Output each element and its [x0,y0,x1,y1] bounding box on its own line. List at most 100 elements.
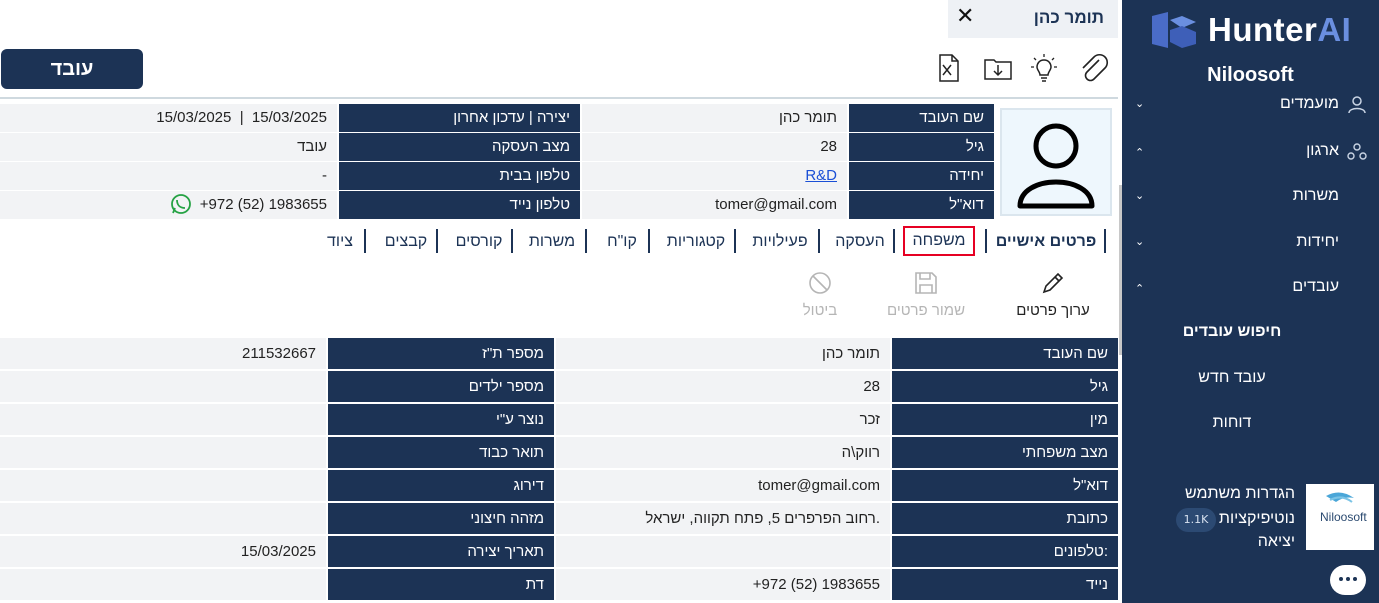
summary-label-home-phone: טלפון בבית [339,162,580,190]
details-value-left[interactable] [0,371,326,402]
details-value-left[interactable] [0,503,326,534]
pencil-icon [1042,272,1064,294]
details-label-right: טלפונים: [892,536,1118,567]
sidebar-item-jobs[interactable]: ⌄ משרות [1122,183,1379,213]
details-value-right[interactable]: +972 (52) 1983655 [556,569,890,600]
details-value-right[interactable]: רחוב הפרפרים 5, פתח תקווה, ישראל. [556,503,890,534]
employee-avatar[interactable] [1000,108,1112,216]
details-label-right: מין [892,404,1118,435]
summary-value-created-updated: 15/03/2025 | 15/03/2025 [0,104,337,132]
summary-value-mobile-phone: +972 (52) 1983655 [0,191,337,219]
tab-courses[interactable]: קורסים [448,230,510,254]
edit-details-label: ערוך פרטים [1016,302,1090,319]
summary-label-email: דוא"ל [849,191,994,219]
details-label-left: מזהה חיצוני [328,503,554,534]
sidebar-item-candidates[interactable]: ⌄ מועמדים [1122,91,1379,121]
details-label-left: דירוג [328,470,554,501]
summary-label-employee-name: שם העובד [849,104,994,132]
details-value-left[interactable] [0,437,326,468]
sidebar-item-label: עובדים [1292,278,1339,295]
hunterai-logo-icon [1152,12,1196,48]
tab-separator [1104,229,1106,253]
user-company-logo[interactable]: Niloosoft [1306,484,1374,550]
unit-link[interactable]: R&D [805,167,837,184]
folder-download-icon[interactable] [982,52,1014,84]
close-icon[interactable]: ✕ [956,4,974,29]
cancel-button[interactable]: ביטול [775,270,865,319]
excel-export-icon[interactable] [932,52,964,84]
person-avatar-icon [1017,123,1095,209]
employee-name-tab[interactable]: ✕ תומר כהן [948,0,1118,38]
tab-categories[interactable]: קטגוריות [660,230,732,254]
edit-details-button[interactable]: ערוך פרטים [1008,270,1098,319]
details-value-left[interactable] [0,404,326,435]
save-details-button[interactable]: שמור פרטים [881,270,971,319]
save-details-label: שמור פרטים [886,302,966,319]
lightbulb-icon[interactable] [1028,52,1060,84]
notifications-badge: 1.1K [1176,508,1216,532]
details-value-right[interactable]: רווק\ה [556,437,890,468]
details-value-right[interactable]: תומר כהן [556,338,890,369]
details-value-right[interactable] [556,536,890,567]
employee-button[interactable]: עובד [1,49,143,89]
details-value-left[interactable]: 15/03/2025 [0,536,326,567]
details-label-right: כתובת [892,503,1118,534]
tab-separator [985,229,987,253]
tab-personal-details[interactable]: פרטים אישיים [990,230,1102,254]
hunterai-logo[interactable]: HunterAI [1152,8,1362,52]
sidebar-item-employees[interactable]: ⌃ עובדים [1122,274,1379,304]
tab-separator [893,229,895,253]
tab-cv[interactable]: קו"ח [598,230,646,254]
chevron-down-icon: ⌄ [1135,235,1145,248]
details-value-left[interactable]: 211532667 [0,338,326,369]
sidebar: HunterAI Niloosoft ⌄ מועמדים ⌃ ארגון ⌄ מ… [1122,0,1379,603]
sidebar-item-organization[interactable]: ⌃ ארגון [1122,138,1379,168]
scrollbar[interactable] [1119,185,1122,355]
sidebar-subitem-new-employee[interactable]: עובד חדש [1122,369,1342,387]
details-value-right[interactable]: 28 [556,371,890,402]
paperclip-icon[interactable] [1077,52,1109,84]
tab-separator [364,229,366,253]
tab-jobs[interactable]: משרות [522,230,582,254]
tab-employment[interactable]: העסקה [830,230,890,254]
sidebar-item-units[interactable]: ⌄ יחידות [1122,229,1379,259]
sidebar-subitem-reports[interactable]: דוחות [1122,414,1342,432]
details-value-right[interactable]: זכר [556,404,890,435]
summary-value-unit: R&D [582,162,847,190]
summary-label-age: גיל [849,133,994,161]
details-value-left[interactable] [0,569,326,600]
sidebar-item-label: משרות [1292,187,1339,204]
details-label-left: דת [328,569,554,600]
header-divider [0,97,1118,99]
details-label-left: מספר ילדים [328,371,554,402]
summary-value-age: 28 [582,133,847,161]
sidebar-subitem-employee-search[interactable]: חיפוש עובדים [1122,323,1342,341]
tab-activities[interactable]: פעילויות [745,230,815,254]
details-value-left[interactable] [0,470,326,501]
sidebar-item-label: ארגון [1306,142,1339,159]
summary-value-email: tomer@gmail.com [582,191,847,219]
whatsapp-icon[interactable] [170,193,192,215]
name-tab-label: תומר כהן [1033,8,1104,27]
summary-value-home-phone: - [0,162,337,190]
floppy-disk-icon [915,272,937,294]
details-label-right: מצב משפחתי [892,437,1118,468]
org-name: Niloosoft [1207,64,1294,86]
logo-text: HunterAI [1208,11,1352,48]
logout-link[interactable]: יציאה [1258,533,1295,551]
tab-equipment[interactable]: ציוד [318,230,362,254]
tab-separator [436,229,438,253]
details-value-right[interactable]: tomer@gmail.com [556,470,890,501]
notifications-link[interactable]: נוטיפיקציות [1219,510,1295,528]
cancel-label: ביטול [802,302,838,319]
chat-button[interactable] [1330,565,1366,595]
tab-files[interactable]: קבצים [378,230,434,254]
details-label-right: שם העובד [892,338,1118,369]
summary-value-employee-name: תומר כהן [582,104,847,132]
user-settings-link[interactable]: הגדרות משתמש [1185,485,1295,503]
tab-separator [818,229,820,253]
tab-separator [734,229,736,253]
summary-value-employment-status: עובד [0,133,337,161]
tab-family[interactable]: משפחה [903,226,975,256]
chevron-up-icon: ⌃ [1135,146,1145,159]
